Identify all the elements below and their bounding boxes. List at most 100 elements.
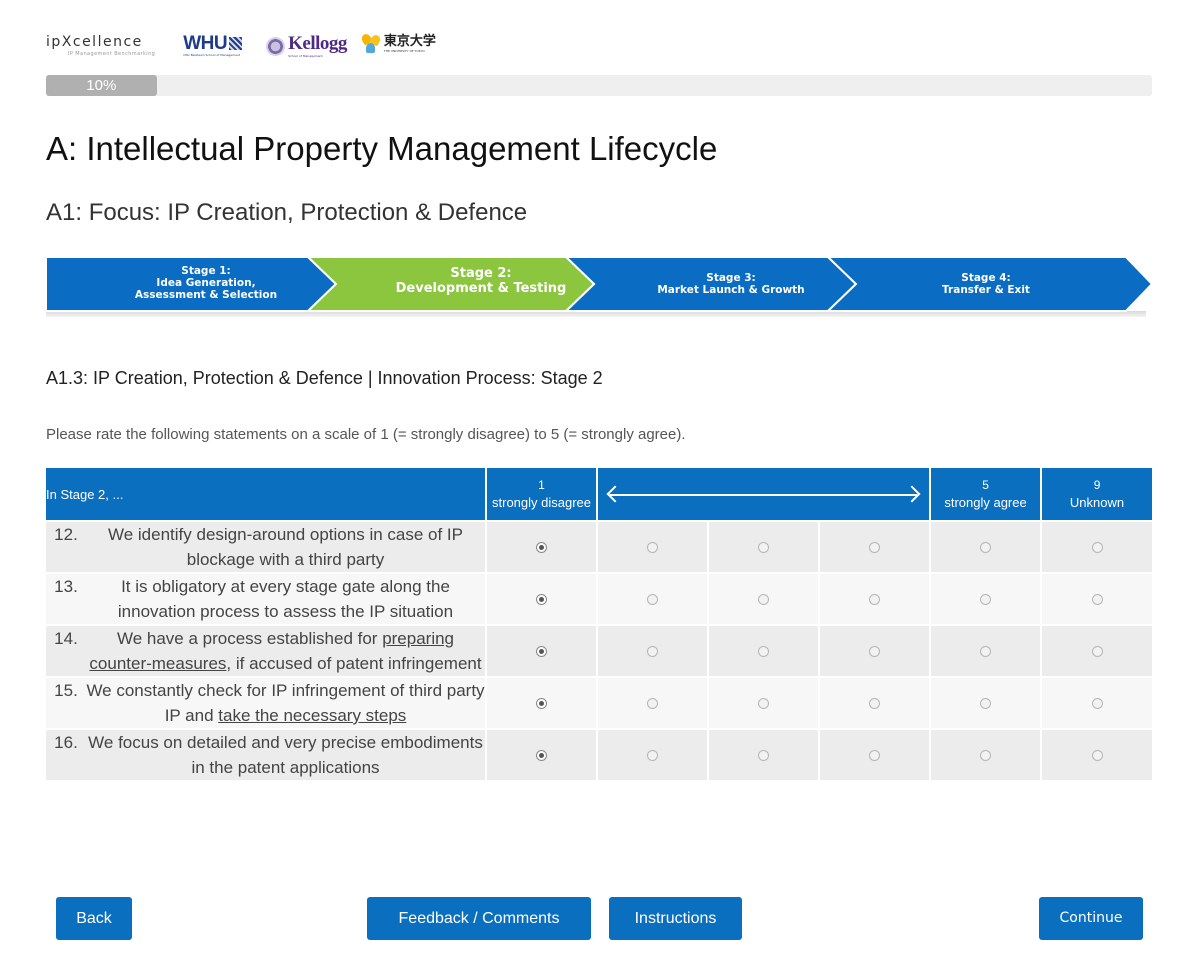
rating-cell[interactable] [1041,520,1153,573]
rating-cell[interactable] [930,676,1043,729]
rating-radio[interactable] [536,749,547,761]
double-arrow-icon [610,494,918,496]
stage-4-label: Stage 4: Transfer & Exit [942,272,1030,297]
progress-fill: 10% [46,75,157,96]
question-text: 15. We constantly check for IP infringeme… [46,676,487,729]
rating-cell[interactable] [708,520,820,573]
stage-1-label: Stage 1: Idea Generation, Assessment & Sel… [134,265,278,302]
rating-radio[interactable] [1091,541,1103,553]
rating-cell[interactable] [1041,728,1153,780]
rating-radio[interactable] [647,749,658,761]
rating-cell[interactable] [597,728,709,780]
page-title: A: Intellectual Property Management Life… [46,130,718,167]
rating-cell[interactable] [1041,572,1153,625]
rating-radio[interactable] [758,697,769,709]
question-number: 15. [54,681,78,700]
rating-cell[interactable] [819,520,932,573]
rating-cell[interactable] [708,728,820,780]
rating-radio[interactable] [758,749,769,761]
rating-radio[interactable] [980,593,992,605]
rating-cell[interactable] [1041,624,1153,677]
rating-cell[interactable] [819,572,932,625]
rating-cell[interactable] [708,624,820,677]
rating-radio[interactable] [647,541,658,553]
rating-cell[interactable] [486,572,598,625]
rating-radio[interactable] [1091,593,1103,605]
question-text: 16. We focus on detailed and very precise… [46,728,487,780]
rating-radio[interactable] [980,697,992,709]
rating-cell[interactable] [597,572,709,625]
rating-radio[interactable] [647,645,658,657]
rating-radio[interactable] [1091,697,1103,709]
rating-cell[interactable] [930,624,1043,677]
question-text: 12. We identify design-around options in … [46,520,487,573]
whu-mark-icon [229,37,243,50]
whu-logo: WHU Otto Beisheim School of Management [183,34,243,57]
partner-logos: ipXcellence IP Management Benchmarking W… [46,32,436,68]
rating-cell[interactable] [597,520,709,573]
rating-radio[interactable] [980,541,992,553]
rating-cell[interactable] [597,624,709,677]
question-row: 15. We constantly check for IP infringeme… [46,676,1153,729]
rating-cell[interactable] [486,624,598,677]
rating-cell[interactable] [930,728,1043,780]
question-row: 13. It is obligatory at every stage gate … [46,572,1153,625]
question-row: 14. We have a process established for pre… [46,624,1153,677]
question-text: 14. We have a process established for pre… [46,624,487,677]
question-statement: We have a process established for prepar… [86,626,485,676]
rating-cell[interactable] [819,676,932,729]
feedback-comments-button[interactable]: Feedback / Comments [367,897,591,940]
question-statement: We focus on detailed and very precise em… [88,733,483,777]
rating-cell[interactable] [708,572,820,625]
rating-radio[interactable] [536,697,547,709]
rating-radio[interactable] [758,593,769,605]
gingko-leaf-icon [359,32,382,54]
question-number: 16. [54,733,78,752]
rating-cell[interactable] [930,520,1043,573]
rating-radio[interactable] [536,541,547,553]
rating-radio[interactable] [536,645,547,657]
rating-radio[interactable] [647,697,658,709]
rating-radio[interactable] [1091,749,1103,761]
definition-link[interactable]: take the necessary steps [218,706,406,725]
rating-radio[interactable] [869,645,881,657]
question-row: 12. We identify design-around options in … [46,520,1153,573]
rating-radio[interactable] [980,749,992,761]
rating-cell[interactable] [708,676,820,729]
rating-radio[interactable] [869,541,881,553]
rating-radio[interactable] [869,697,881,709]
statement-text: , if accused of patent infringement [226,654,482,673]
rating-radio[interactable] [758,645,769,657]
rating-matrix: In Stage 2, ... 1 strongly disagree 5 st… [46,468,1153,780]
instructions-button[interactable]: Instructions [609,897,742,940]
rating-radio[interactable] [647,593,658,605]
back-button[interactable]: Back [56,897,132,940]
rating-radio[interactable] [1091,645,1103,657]
rating-cell[interactable] [486,728,598,780]
scale-header-5: 5 strongly agree [930,468,1043,521]
rating-radio[interactable] [536,593,547,605]
rating-instructions: Please rate the following statements on … [46,426,686,443]
rating-radio[interactable] [869,749,881,761]
stem-header: In Stage 2, ... [46,468,487,521]
rating-cell[interactable] [930,572,1043,625]
rating-radio[interactable] [980,645,992,657]
scale-header-unknown: 9 Unknown [1041,468,1153,521]
continue-button[interactable]: Continue [1039,897,1143,940]
stage-3-label: Stage 3: Market Launch & Growth [657,272,805,297]
rating-cell[interactable] [597,676,709,729]
rating-cell[interactable] [486,520,598,573]
rating-cell[interactable] [486,676,598,729]
ipxcellence-logo: ipXcellence IP Management Benchmarking [46,34,156,57]
question-text: 13. It is obligatory at every stage gate … [46,572,487,625]
question-statement: We identify design-around options in cas… [107,525,463,569]
rating-cell[interactable] [819,624,932,677]
rating-radio[interactable] [758,541,769,553]
rating-cell[interactable] [819,728,932,780]
university-of-tokyo-logo: 東京大学 THE UNIVERSITY OF TOKYO [359,32,436,54]
rating-cell[interactable] [1041,676,1153,729]
rating-radio[interactable] [869,593,881,605]
question-row: 16. We focus on detailed and very precise… [46,728,1153,780]
stage-2-label: Stage 2: Development & Testing [395,266,567,296]
question-statement: It is obligatory at every stage gate alo… [117,577,454,621]
